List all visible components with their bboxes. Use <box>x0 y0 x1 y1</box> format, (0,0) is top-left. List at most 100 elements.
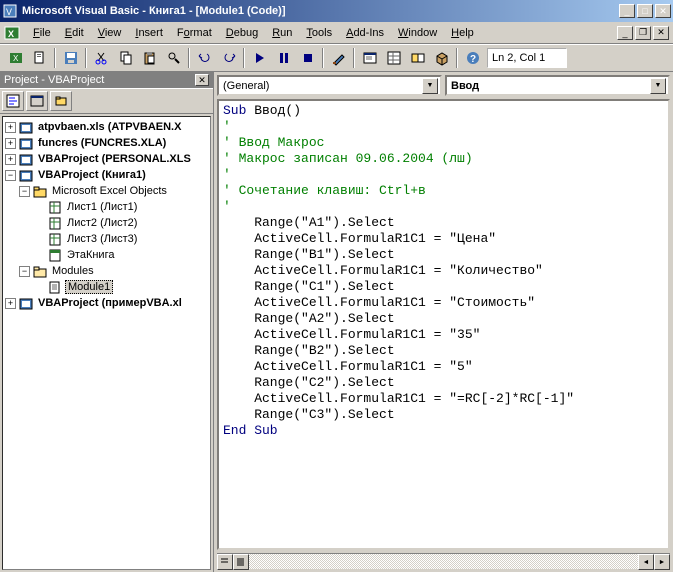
tree-node[interactable]: + VBAProject (PERSONAL.XLS <box>5 151 208 167</box>
copy-button[interactable] <box>114 47 137 69</box>
panel-title-text: Project - VBAProject <box>4 74 195 86</box>
project-icon <box>18 168 34 182</box>
collapse-icon[interactable]: − <box>19 186 30 197</box>
undo-button[interactable] <box>193 47 216 69</box>
view-code-button[interactable] <box>2 91 24 111</box>
help-button[interactable]: ? <box>461 47 484 69</box>
procedure-view-button[interactable] <box>217 554 233 570</box>
combo-value: (General) <box>221 80 422 92</box>
tree-node[interactable]: + VBAProject (примерVBA.xl <box>5 295 208 311</box>
separator <box>353 48 355 68</box>
tree-node[interactable]: − Microsoft Excel Objects <box>5 183 208 199</box>
chevron-down-icon[interactable]: ▼ <box>422 78 438 94</box>
paste-button[interactable] <box>138 47 161 69</box>
expand-icon[interactable]: + <box>5 138 16 149</box>
tree-node[interactable]: Лист1 (Лист1) <box>5 199 208 215</box>
tree-node[interactable]: ЭтаКнига <box>5 247 208 263</box>
tree-node[interactable]: − Modules <box>5 263 208 279</box>
tree-label[interactable]: Modules <box>50 265 96 277</box>
redo-button[interactable] <box>217 47 240 69</box>
tree-node[interactable]: + funcres (FUNCRES.XLA) <box>5 135 208 151</box>
menu-file[interactable]: File <box>26 25 58 41</box>
toggle-folders-button[interactable] <box>50 91 72 111</box>
chevron-down-icon[interactable]: ▼ <box>650 78 666 94</box>
tree-node[interactable]: − VBAProject (Книга1) <box>5 167 208 183</box>
menu-window[interactable]: Window <box>391 25 444 41</box>
titlebar: V Microsoft Visual Basic - Книга1 - [Mod… <box>0 0 673 22</box>
menu-edit[interactable]: Edit <box>58 25 91 41</box>
menu-addins[interactable]: Add-Ins <box>339 25 391 41</box>
menu-format[interactable]: Format <box>170 25 219 41</box>
toolbar: X ? Ln 2, Col 1 <box>0 44 673 72</box>
code-area: (General)▼ Ввод▼ Sub Ввод() ' ' Ввод Мак… <box>214 72 673 572</box>
properties-button[interactable] <box>382 47 405 69</box>
menu-view[interactable]: View <box>91 25 129 41</box>
find-button[interactable] <box>162 47 185 69</box>
menu-help[interactable]: Help <box>444 25 481 41</box>
tree-label[interactable]: Лист2 (Лист2) <box>65 217 139 229</box>
panel-close-button[interactable]: ✕ <box>195 74 209 86</box>
tree-node[interactable]: Лист2 (Лист2) <box>5 215 208 231</box>
expand-icon[interactable]: + <box>5 298 16 309</box>
toolbox-button[interactable] <box>430 47 453 69</box>
menu-insert[interactable]: Insert <box>128 25 170 41</box>
svg-text:?: ? <box>470 54 476 65</box>
separator <box>322 48 324 68</box>
tree-node[interactable]: Module1 <box>5 279 208 295</box>
object-browser-button[interactable] <box>406 47 429 69</box>
view-selector: ◄ ► <box>217 553 670 569</box>
collapse-icon[interactable]: − <box>19 266 30 277</box>
tree-label[interactable]: Лист3 (Лист3) <box>65 233 139 245</box>
reset-button[interactable] <box>296 47 319 69</box>
mdi-minimize-button[interactable]: _ <box>617 26 633 40</box>
menubar: X File Edit View Insert Format Debug Run… <box>0 22 673 44</box>
run-button[interactable] <box>248 47 271 69</box>
design-mode-button[interactable] <box>327 47 350 69</box>
scrollbar-track[interactable] <box>249 554 638 569</box>
full-module-view-button[interactable] <box>233 554 249 570</box>
menu-tools[interactable]: Tools <box>299 25 339 41</box>
scroll-right-button[interactable]: ► <box>654 554 670 570</box>
tree-label[interactable]: atpvbaen.xls (ATPVBAEN.X <box>36 121 183 133</box>
project-explorer-button[interactable] <box>358 47 381 69</box>
sheet-icon <box>47 216 63 230</box>
excel-icon: X <box>4 25 20 41</box>
menu-debug[interactable]: Debug <box>219 25 265 41</box>
tree-label[interactable]: VBAProject (Книга1) <box>36 169 148 181</box>
break-button[interactable] <box>272 47 295 69</box>
mdi-restore-button[interactable]: ❐ <box>635 26 651 40</box>
collapse-icon[interactable]: − <box>5 170 16 181</box>
separator <box>188 48 190 68</box>
tree-node[interactable]: Лист3 (Лист3) <box>5 231 208 247</box>
expand-icon[interactable]: + <box>5 122 16 133</box>
project-toolbar <box>0 88 213 114</box>
expand-icon[interactable]: + <box>5 154 16 165</box>
tree-label[interactable]: funcres (FUNCRES.XLA) <box>36 137 168 149</box>
tree-node[interactable]: + atpvbaen.xls (ATPVBAEN.X <box>5 119 208 135</box>
project-icon <box>18 296 34 310</box>
close-button[interactable]: ✕ <box>655 4 671 18</box>
separator <box>243 48 245 68</box>
cut-button[interactable] <box>90 47 113 69</box>
tree-label[interactable]: VBAProject (примерVBA.xl <box>36 297 184 309</box>
tree-label[interactable]: ЭтаКнига <box>65 249 116 261</box>
tree-label[interactable]: Microsoft Excel Objects <box>50 185 169 197</box>
insert-module-button[interactable] <box>28 47 51 69</box>
code-editor[interactable]: Sub Ввод() ' ' Ввод Макрос ' Макрос запи… <box>217 99 670 550</box>
scroll-left-button[interactable]: ◄ <box>638 554 654 570</box>
tree-label-selected[interactable]: Module1 <box>65 280 113 294</box>
tree-label[interactable]: Лист1 (Лист1) <box>65 201 139 213</box>
save-button[interactable] <box>59 47 82 69</box>
minimize-button[interactable]: _ <box>619 4 635 18</box>
procedure-combo[interactable]: Ввод▼ <box>445 75 670 96</box>
object-combo[interactable]: (General)▼ <box>217 75 442 96</box>
tree-label[interactable]: VBAProject (PERSONAL.XLS <box>36 153 193 165</box>
mdi-close-button[interactable]: ✕ <box>653 26 669 40</box>
project-tree[interactable]: + atpvbaen.xls (ATPVBAEN.X + funcres (FUNC… <box>2 116 211 570</box>
view-excel-button[interactable]: X <box>4 47 27 69</box>
svg-text:X: X <box>13 54 19 63</box>
position-indicator: Ln 2, Col 1 <box>487 48 567 68</box>
view-object-button[interactable] <box>26 91 48 111</box>
maximize-button[interactable]: □ <box>637 4 653 18</box>
menu-run[interactable]: Run <box>265 25 299 41</box>
